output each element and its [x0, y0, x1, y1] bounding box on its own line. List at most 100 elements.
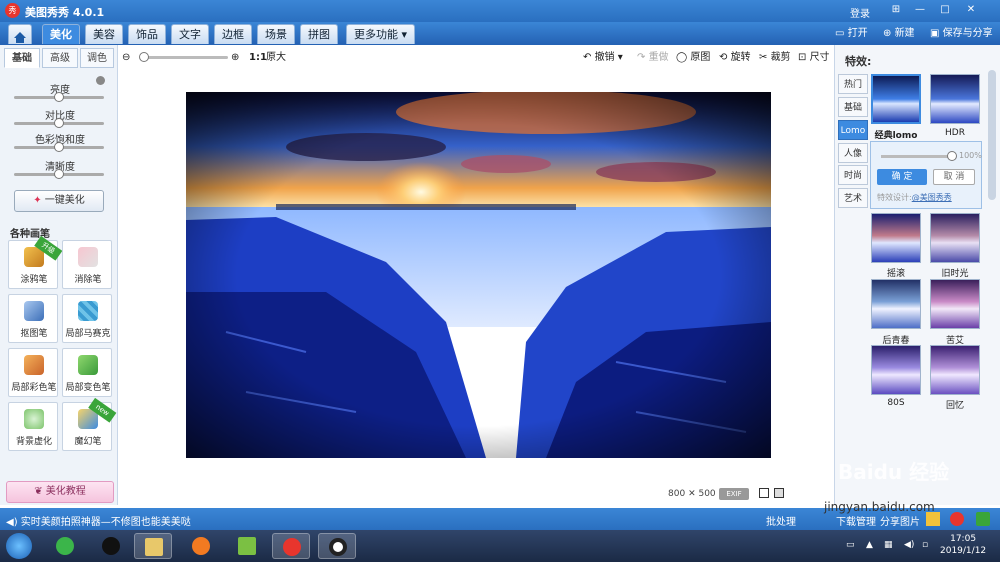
contrast-knob[interactable]	[54, 118, 64, 128]
minimize-button[interactable]: —	[912, 3, 928, 17]
save-share-button[interactable]: ▣ 保存与分享	[930, 26, 993, 42]
zoom-in-icon[interactable]: ⊕	[231, 51, 239, 65]
clock[interactable]: 17:05 2019/1/12	[940, 533, 986, 557]
rotate-button[interactable]: ⟲ 旋转	[719, 51, 751, 65]
effect-thumb-memory[interactable]	[930, 345, 980, 395]
skin-icon[interactable]: ⊞	[888, 3, 904, 17]
brush-local-color[interactable]: 局部彩色笔	[8, 348, 58, 397]
brightness-knob[interactable]	[54, 92, 64, 102]
tab-beauty[interactable]: 美容	[85, 24, 123, 44]
redo-button[interactable]: ↷ 重做	[637, 51, 669, 65]
tutorial-button[interactable]: ❦ 美化教程	[6, 481, 114, 503]
brush-eraser[interactable]: 消除笔	[62, 240, 112, 289]
crop-button[interactable]: ✂ 裁剪	[759, 51, 791, 65]
brush-mosaic[interactable]: 局部马赛克	[62, 294, 112, 343]
saturation-knob[interactable]	[54, 142, 64, 152]
effect-thumb-classic-lomo[interactable]	[871, 74, 921, 124]
effects-title: 特效:	[845, 55, 872, 68]
zoom-original-label[interactable]: 原大	[266, 51, 286, 65]
designer-link[interactable]: @美图秀秀	[912, 193, 952, 202]
effect-label: 回忆	[945, 401, 964, 411]
sharpness-knob[interactable]	[54, 169, 64, 179]
effect-thumb-post-youth[interactable]	[871, 279, 921, 329]
open-button[interactable]: ▭ 打开	[835, 26, 868, 42]
taskbar-app-firefox[interactable]	[182, 533, 220, 559]
effect-thumb-old-times[interactable]	[930, 213, 980, 263]
effect-thumb-hdr[interactable]	[930, 74, 980, 124]
tab-effect-portrait[interactable]: 人像	[838, 143, 868, 163]
tray-input-icon[interactable]: ▫	[922, 540, 928, 550]
taskbar-app-browser[interactable]	[46, 533, 84, 559]
taskbar-app-recorder[interactable]	[318, 533, 356, 559]
tab-advanced[interactable]: 高级	[42, 48, 78, 68]
brush-label: 抠图笔	[20, 329, 48, 339]
confirm-button[interactable]: 确 定	[877, 169, 927, 185]
effect-opacity-knob[interactable]	[947, 151, 957, 161]
title-bar: 秀 美图秀秀 4.0.1 登录 ⊞ — □ ✕	[0, 0, 1000, 22]
taskbar-app-explorer[interactable]	[134, 533, 172, 559]
tray-volume-icon[interactable]: ◀)	[904, 540, 914, 550]
original-button[interactable]: ◯ 原图	[676, 51, 710, 65]
compare-view-icon[interactable]	[774, 488, 784, 498]
brush-background-blur[interactable]: 背景虚化	[8, 402, 58, 451]
tab-border[interactable]: 边框	[214, 24, 252, 44]
tray-network-icon[interactable]: ▦	[884, 540, 893, 550]
close-button[interactable]: ✕	[963, 3, 979, 17]
tab-accessories[interactable]: 饰品	[128, 24, 166, 44]
tab-effect-fashion[interactable]: 时尚	[838, 165, 868, 185]
exif-button[interactable]: EXIF	[719, 488, 749, 500]
tab-text[interactable]: 文字	[171, 24, 209, 44]
cancel-button[interactable]: 取 消	[933, 169, 975, 185]
contrast-slider[interactable]	[14, 118, 104, 128]
tab-effect-basic[interactable]: 基础	[838, 97, 868, 117]
size-button[interactable]: ⊡ 尺寸	[798, 51, 830, 65]
brush-magic[interactable]: new 魔幻笔	[62, 397, 117, 451]
brush-color-change[interactable]: 局部变色笔	[62, 348, 112, 397]
zoom-ratio[interactable]: 1:1	[249, 51, 267, 65]
tab-collage[interactable]: 拼图	[300, 24, 338, 44]
maximize-button[interactable]: □	[937, 3, 953, 17]
tab-effect-hot[interactable]: 热门	[838, 74, 868, 94]
saturation-slider[interactable]	[14, 142, 104, 152]
login-link[interactable]: 登录	[850, 5, 870, 20]
effect-thumb-rock[interactable]	[871, 213, 921, 263]
tray-arrow-icon[interactable]: ▲	[866, 540, 873, 550]
tray-keyboard-icon[interactable]: ▭	[846, 540, 855, 550]
sharpness-slider[interactable]	[14, 169, 104, 179]
effect-thumb-absinthe[interactable]	[930, 279, 980, 329]
tab-scene[interactable]: 场景	[257, 24, 295, 44]
taskbar-app-qq[interactable]	[92, 533, 130, 559]
brush-doodle[interactable]: 升级 涂鸦笔	[8, 235, 63, 289]
tab-basic[interactable]: 基础	[4, 48, 40, 68]
tab-beautify[interactable]: 美化	[42, 24, 80, 44]
one-click-beautify-button[interactable]: ✦ 一键美化	[14, 190, 104, 212]
promo-message[interactable]: ◀) 实时美颜拍照神器—不修图也能美美哒	[6, 513, 191, 528]
edited-photo[interactable]	[186, 92, 771, 458]
brightness-slider[interactable]	[14, 92, 104, 102]
app-logo-icon: 秀	[5, 3, 20, 18]
taskbar-app-meitu[interactable]	[272, 533, 310, 559]
effect-thumb-80s[interactable]	[871, 345, 921, 395]
undo-button[interactable]: ↶ 撤销 ▾	[583, 51, 623, 65]
new-button[interactable]: ⊕ 新建	[883, 26, 915, 42]
brush-label: 消除笔	[74, 275, 102, 285]
batch-process-button[interactable]: 批处理	[766, 513, 796, 528]
start-button[interactable]	[6, 533, 32, 559]
tab-color-tone[interactable]: 调色	[80, 48, 114, 68]
tab-effect-lomo[interactable]: Lomo	[838, 120, 868, 140]
effect-opacity-slider[interactable]	[881, 155, 951, 158]
tab-home[interactable]	[8, 24, 32, 44]
effect-label: 经典lomo	[874, 131, 918, 141]
tab-more[interactable]: 更多功能 ▾	[346, 24, 416, 44]
taskbar-app-video[interactable]	[228, 533, 266, 559]
home-icon	[14, 32, 26, 43]
image-height: 500	[698, 489, 716, 499]
browser-icon	[56, 537, 74, 555]
effects-scrollbar[interactable]	[988, 70, 996, 200]
fit-view-icon[interactable]	[759, 488, 769, 498]
zoom-out-icon[interactable]: ⊖	[122, 51, 130, 65]
zoom-slider[interactable]	[139, 52, 228, 62]
tab-effect-art[interactable]: 艺术	[838, 188, 868, 208]
promo-text: 实时美颜拍照神器—不修图也能美美哒	[20, 517, 191, 528]
brush-cutout[interactable]: 抠图笔	[8, 294, 58, 343]
